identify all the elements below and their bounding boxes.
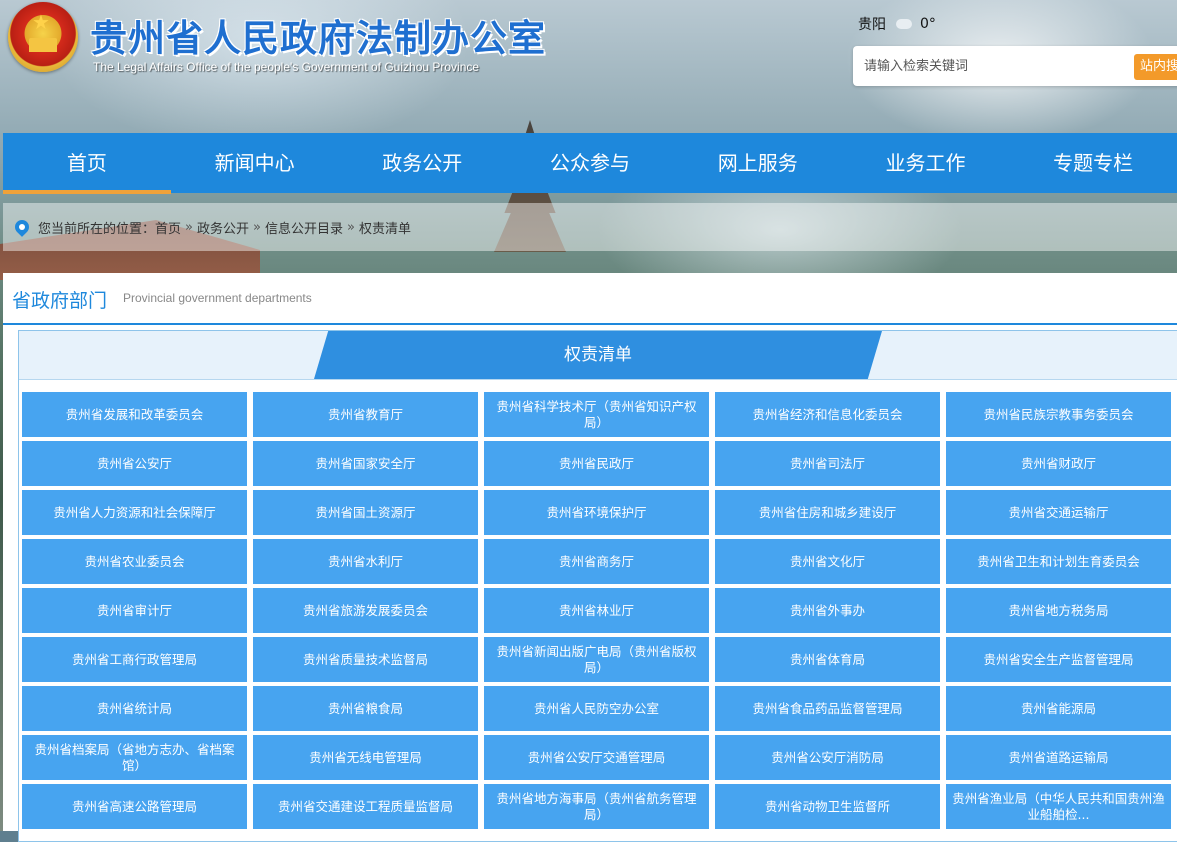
nav-item-gov-affairs[interactable]: 政务公开 bbox=[338, 133, 506, 193]
department-button[interactable]: 贵州省经济和信息化委员会 bbox=[715, 392, 940, 437]
location-pin-icon bbox=[12, 217, 32, 237]
nav-item-news[interactable]: 新闻中心 bbox=[171, 133, 339, 193]
content-panel: 省政府部门 Provincial government departments … bbox=[3, 273, 1177, 842]
department-button[interactable]: 贵州省林业厅 bbox=[484, 588, 709, 633]
section-header: 省政府部门 Provincial government departments bbox=[3, 273, 1177, 325]
weather-widget: 贵阳 0° bbox=[858, 14, 936, 34]
breadcrumb-separator: » bbox=[347, 219, 355, 235]
department-button[interactable]: 贵州省司法厅 bbox=[715, 441, 940, 486]
nav-item-business-work[interactable]: 业务工作 bbox=[842, 133, 1010, 193]
section-subtitle: Provincial government departments bbox=[123, 291, 312, 305]
department-button[interactable]: 贵州省环境保护厅 bbox=[484, 490, 709, 535]
breadcrumb-link-gov-affairs[interactable]: 政务公开 bbox=[197, 218, 249, 237]
section-title: 省政府部门 bbox=[12, 290, 108, 312]
breadcrumb-current[interactable]: 权责清单 bbox=[359, 218, 411, 237]
department-button[interactable]: 贵州省交通运输厅 bbox=[946, 490, 1171, 535]
department-button[interactable]: 贵州省地方税务局 bbox=[946, 588, 1171, 633]
national-emblem-icon: ★ bbox=[8, 2, 78, 72]
department-button[interactable]: 贵州省统计局 bbox=[22, 686, 247, 731]
breadcrumb-link-home[interactable]: 首页 bbox=[155, 218, 181, 237]
site-title: 贵州省人民政府法制办公室 bbox=[90, 17, 546, 60]
department-button[interactable]: 贵州省外事办 bbox=[715, 588, 940, 633]
search-input[interactable] bbox=[853, 46, 1134, 86]
list-header: 权责清单 bbox=[19, 331, 1177, 380]
department-button[interactable]: 贵州省公安厅消防局 bbox=[715, 735, 940, 780]
department-button[interactable]: 贵州省工商行政管理局 bbox=[22, 637, 247, 682]
department-button[interactable]: 贵州省发展和改革委员会 bbox=[22, 392, 247, 437]
breadcrumb-separator: » bbox=[185, 219, 193, 235]
department-button[interactable]: 贵州省卫生和计划生育委员会 bbox=[946, 539, 1171, 584]
department-button[interactable]: 贵州省科学技术厅（贵州省知识产权局） bbox=[484, 392, 709, 437]
nav-item-home[interactable]: 首页 bbox=[3, 133, 171, 194]
department-button[interactable]: 贵州省粮食局 bbox=[253, 686, 478, 731]
search-button[interactable]: 站内搜索 bbox=[1134, 54, 1177, 80]
nav-item-public-participation[interactable]: 公众参与 bbox=[506, 133, 674, 193]
department-button[interactable]: 贵州省旅游发展委员会 bbox=[253, 588, 478, 633]
cloud-icon bbox=[896, 19, 912, 29]
department-button[interactable]: 贵州省商务厅 bbox=[484, 539, 709, 584]
department-button[interactable]: 贵州省动物卫生监督所 bbox=[715, 784, 940, 829]
department-list-box: 权责清单 贵州省发展和改革委员会 贵州省教育厅 贵州省科学技术厅（贵州省知识产权局）… bbox=[18, 330, 1177, 842]
main-nav: 首页 新闻中心 政务公开 公众参与 网上服务 业务工作 专题专栏 bbox=[3, 133, 1177, 194]
department-button[interactable]: 贵州省国家安全厅 bbox=[253, 441, 478, 486]
department-button[interactable]: 贵州省民族宗教事务委员会 bbox=[946, 392, 1171, 437]
breadcrumb-separator: » bbox=[253, 219, 261, 235]
department-button[interactable]: 贵州省审计厅 bbox=[22, 588, 247, 633]
department-button[interactable]: 贵州省公安厅交通管理局 bbox=[484, 735, 709, 780]
department-button[interactable]: 贵州省文化厅 bbox=[715, 539, 940, 584]
department-button[interactable]: 贵州省住房和城乡建设厅 bbox=[715, 490, 940, 535]
department-button[interactable]: 贵州省无线电管理局 bbox=[253, 735, 478, 780]
department-button[interactable]: 贵州省人力资源和社会保障厅 bbox=[22, 490, 247, 535]
gate-icon bbox=[29, 38, 57, 52]
department-button[interactable]: 贵州省财政厅 bbox=[946, 441, 1171, 486]
department-button[interactable]: 贵州省教育厅 bbox=[253, 392, 478, 437]
star-icon: ★ bbox=[32, 10, 50, 34]
department-button[interactable]: 贵州省人民防空办公室 bbox=[484, 686, 709, 731]
department-button[interactable]: 贵州省高速公路管理局 bbox=[22, 784, 247, 829]
weather-temperature: 0° bbox=[920, 16, 936, 32]
department-button[interactable]: 贵州省地方海事局（贵州省航务管理局） bbox=[484, 784, 709, 829]
department-button[interactable]: 贵州省民政厅 bbox=[484, 441, 709, 486]
department-button[interactable]: 贵州省质量技术监督局 bbox=[253, 637, 478, 682]
breadcrumb-prefix: 您当前所在的位置： bbox=[38, 221, 156, 237]
department-button[interactable]: 贵州省国土资源厅 bbox=[253, 490, 478, 535]
breadcrumb: 您当前所在的位置： 首页 » 政务公开 » 信息公开目录 » 权责清单 bbox=[3, 203, 1177, 251]
nav-item-online-services[interactable]: 网上服务 bbox=[674, 133, 842, 193]
department-button[interactable]: 贵州省新闻出版广电局（贵州省版权局） bbox=[484, 637, 709, 682]
department-button[interactable]: 贵州省农业委员会 bbox=[22, 539, 247, 584]
department-button[interactable]: 贵州省体育局 bbox=[715, 637, 940, 682]
department-button[interactable]: 贵州省渔业局（中华人民共和国贵州渔业船舶检... bbox=[946, 784, 1171, 829]
weather-city: 贵阳 bbox=[858, 17, 886, 33]
breadcrumb-link-catalog[interactable]: 信息公开目录 bbox=[265, 218, 343, 237]
department-button[interactable]: 贵州省道路运输局 bbox=[946, 735, 1171, 780]
department-button[interactable]: 贵州省食品药品监督管理局 bbox=[715, 686, 940, 731]
tab-responsibility-list[interactable]: 权责清单 bbox=[314, 331, 882, 379]
department-button[interactable]: 贵州省能源局 bbox=[946, 686, 1171, 731]
search-box: 站内搜索 bbox=[853, 46, 1177, 86]
department-button[interactable]: 贵州省公安厅 bbox=[22, 441, 247, 486]
department-button[interactable]: 贵州省安全生产监督管理局 bbox=[946, 637, 1171, 682]
department-button[interactable]: 贵州省水利厅 bbox=[253, 539, 478, 584]
site-subtitle: The Legal Affairs Office of the people's… bbox=[93, 60, 480, 74]
nav-item-special-topics[interactable]: 专题专栏 bbox=[1009, 133, 1177, 193]
department-button[interactable]: 贵州省交通建设工程质量监督局 bbox=[253, 784, 478, 829]
department-grid: 贵州省发展和改革委员会 贵州省教育厅 贵州省科学技术厅（贵州省知识产权局） 贵州省经济… bbox=[22, 392, 1177, 829]
department-button[interactable]: 贵州省档案局（省地方志办、省档案馆） bbox=[22, 735, 247, 780]
